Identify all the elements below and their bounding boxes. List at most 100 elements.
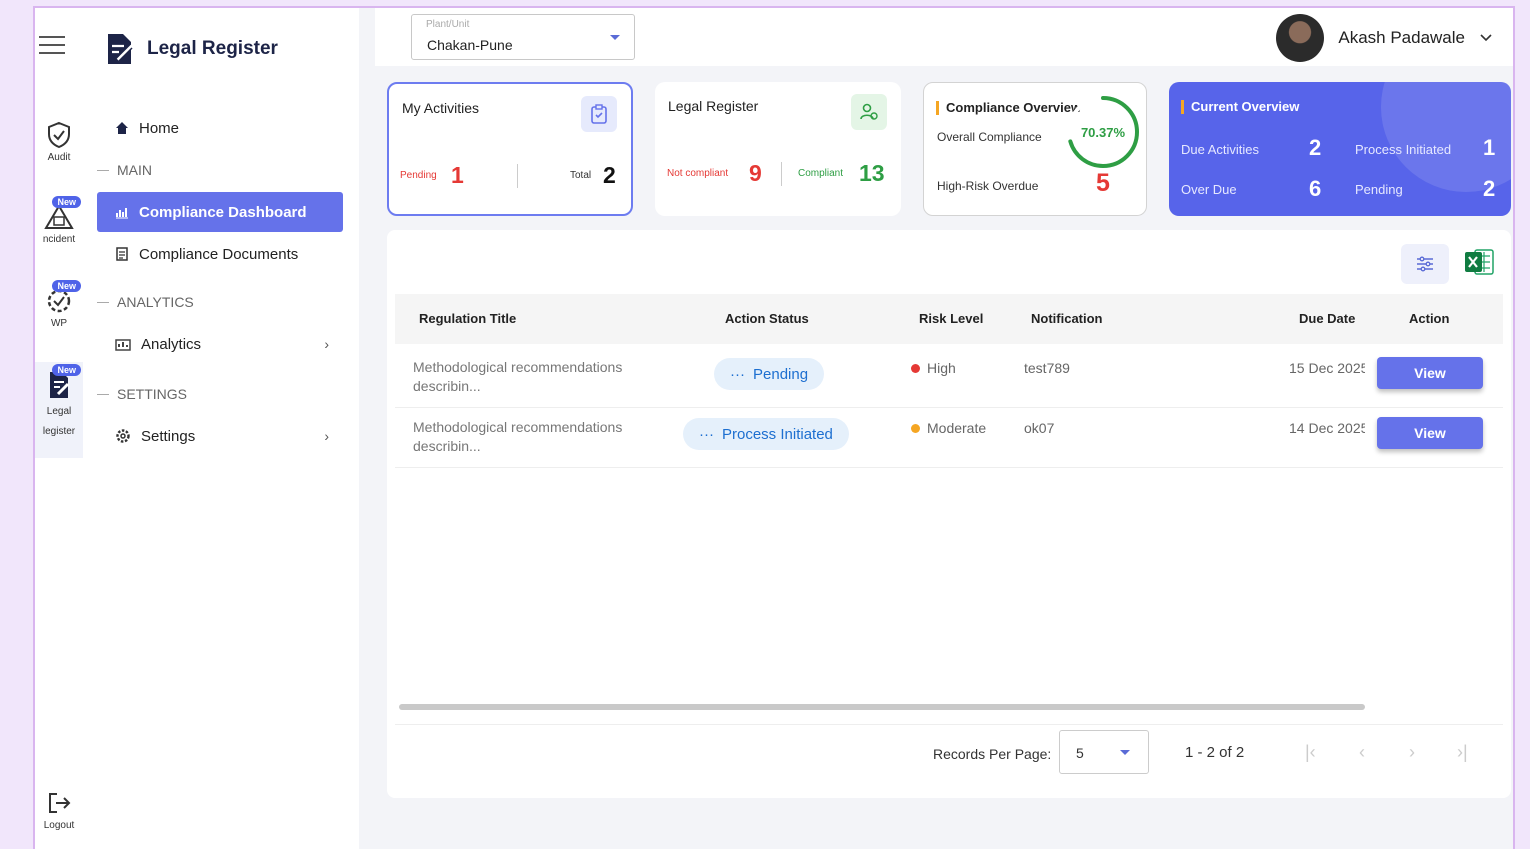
view-button[interactable]: View — [1377, 417, 1483, 449]
excel-export-button[interactable] — [1463, 246, 1495, 283]
sidebar-item-compliance-documents[interactable]: Compliance Documents — [97, 234, 343, 274]
status-badge: ··· Process Initiated — [683, 418, 849, 450]
view-button[interactable]: View — [1377, 357, 1483, 389]
rail-item-audit[interactable]: Audit — [35, 120, 83, 163]
column-header-due-date[interactable]: Due Date — [1299, 311, 1355, 326]
filter-button[interactable] — [1401, 244, 1449, 284]
plant-unit-select[interactable]: Plant/Unit Chakan-Pune — [411, 14, 635, 60]
new-badge: New — [52, 280, 81, 292]
page-range: 1 - 2 of 2 — [1185, 744, 1245, 761]
over-due-value: 6 — [1309, 176, 1322, 201]
shield-check-icon — [44, 120, 74, 150]
app-frame: Audit New ncident New WP New Legal legis… — [33, 6, 1515, 849]
user-check-icon — [851, 94, 887, 130]
sidebar-item-label: Settings — [141, 427, 196, 445]
rail-item-incident[interactable]: New ncident — [35, 196, 83, 245]
rail-label: Audit — [47, 152, 71, 163]
rail-label: Legal legister — [42, 406, 76, 437]
records-per-page-select[interactable]: 5 — [1059, 730, 1149, 774]
total-label: Total — [570, 170, 592, 181]
last-page-icon[interactable]: ›| — [1457, 742, 1468, 763]
notification-text: test789 — [1024, 360, 1070, 376]
risk-level: High — [911, 360, 956, 376]
card-title: My Activities — [402, 100, 480, 116]
section-label: MAIN — [117, 162, 152, 178]
my-activities-card[interactable]: My Activities Pending 1 Total 2 — [387, 82, 633, 216]
regulation-title: Methodological recommendations describin… — [413, 359, 623, 394]
card-title: Current Overview — [1191, 99, 1300, 114]
avatar — [1276, 14, 1325, 62]
due-activities-value: 2 — [1309, 135, 1322, 160]
rail-item-wp[interactable]: New WP — [35, 280, 83, 329]
sidebar-item-home[interactable]: Home — [97, 108, 343, 148]
high-risk-label: High-Risk Overdue — [937, 179, 1039, 193]
legal-register-card[interactable]: Legal Register Not compliant 9 Compliant… — [655, 82, 901, 216]
plant-unit-label: Plant/Unit — [426, 19, 470, 30]
card-title: Legal Register — [668, 98, 759, 114]
sidebar-item-analytics[interactable]: Analytics › — [97, 324, 343, 364]
user-menu[interactable]: Akash Padawale — [1276, 14, 1493, 62]
home-icon — [116, 122, 128, 134]
table-tools — [1401, 244, 1495, 284]
column-header-notification[interactable]: Notification — [1031, 311, 1103, 326]
regulation-title: Methodological recommendations describin… — [413, 419, 623, 454]
chevron-right-icon: › — [324, 336, 329, 352]
rail-label: WP — [50, 318, 68, 329]
sidebar-item-settings[interactable]: Settings › — [97, 416, 343, 456]
status-badge: ··· Pending — [714, 358, 825, 390]
table-row: Methodological recommendations describin… — [395, 408, 1503, 468]
prev-page-icon[interactable]: ‹ — [1359, 742, 1365, 763]
chevron-right-icon: › — [324, 428, 329, 444]
compliant-value: 13 — [859, 160, 885, 186]
risk-level: Moderate — [911, 420, 986, 436]
icon-rail: Audit New ncident New WP New Legal legis… — [35, 8, 83, 849]
excel-icon — [1465, 248, 1494, 275]
gear-icon — [116, 429, 130, 443]
sidebar-item-label: Analytics — [141, 335, 202, 353]
compliant-label: Compliant — [798, 168, 844, 179]
current-overview-card[interactable]: Current Overview Due Activities 2 Proces… — [1169, 82, 1511, 216]
process-initiated-label: Process Initiated — [1355, 142, 1452, 157]
regulations-table-panel: Regulation Title Action Status Risk Leve… — [387, 230, 1511, 798]
pending-label: Pending — [1355, 182, 1403, 197]
dropdown-arrow-icon — [610, 35, 620, 40]
section-analytics: ANALYTICS — [97, 286, 343, 318]
new-badge: New — [52, 364, 81, 376]
notification-text: ok07 — [1024, 420, 1055, 436]
dashboard-icon — [116, 208, 128, 219]
section-main: MAIN — [97, 154, 343, 186]
records-per-page-value: 5 — [1076, 745, 1084, 761]
overall-compliance-value: 70.37% — [1080, 124, 1126, 140]
analytics-icon — [115, 339, 131, 351]
rail-item-legal-register[interactable]: New Legal legister — [35, 362, 83, 458]
sliders-icon — [1417, 256, 1433, 272]
hamburger-menu-icon[interactable] — [39, 36, 65, 60]
dropdown-arrow-icon — [1120, 750, 1130, 755]
pending-value: 2 — [1483, 176, 1496, 201]
risk-dot-icon — [911, 423, 920, 433]
logout-icon — [44, 788, 74, 818]
rail-item-logout[interactable]: Logout — [35, 788, 83, 831]
due-date: 14 Dec 2025 — [1289, 420, 1365, 436]
due-activities-label: Due Activities — [1181, 142, 1260, 157]
brand-title: Legal Register — [147, 38, 278, 59]
not-compliant-value: 9 — [749, 160, 762, 186]
rail-label: ncident — [42, 234, 76, 245]
horizontal-scrollbar[interactable] — [399, 704, 1365, 710]
column-header-risk[interactable]: Risk Level — [919, 311, 983, 326]
first-page-icon[interactable]: |‹ — [1305, 742, 1316, 763]
sidebar-nav: Home MAIN Compliance Dashboard Complianc… — [97, 108, 343, 456]
user-name: Akash Padawale — [1338, 28, 1465, 47]
compliance-overview-card[interactable]: Compliance Overview Overall Compliance 7… — [923, 82, 1147, 216]
table-row: Methodological recommendations describin… — [395, 348, 1503, 408]
column-header-title[interactable]: Regulation Title — [419, 311, 516, 326]
sidebar-item-compliance-dashboard[interactable]: Compliance Dashboard — [97, 192, 343, 232]
section-label: ANALYTICS — [117, 294, 194, 310]
pending-value: 1 — [451, 162, 464, 188]
column-header-status[interactable]: Action Status — [725, 311, 809, 326]
section-label: SETTINGS — [117, 386, 188, 402]
card-title: Compliance Overview — [946, 100, 1082, 115]
sidebar-item-label: Compliance Documents — [139, 245, 299, 263]
next-page-icon[interactable]: › — [1409, 742, 1415, 763]
chevron-down-icon — [1480, 34, 1492, 42]
